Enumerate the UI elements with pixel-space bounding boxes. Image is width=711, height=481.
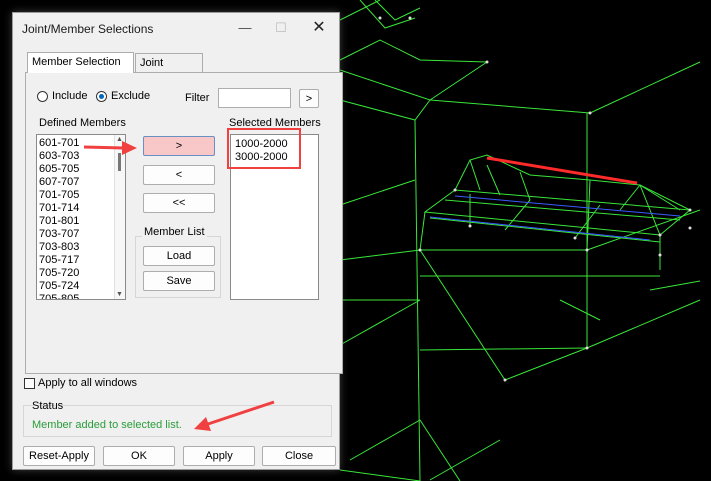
scroll-up-icon[interactable]: ▲ — [116, 136, 123, 143]
highlighted-member — [486, 156, 638, 185]
list-item[interactable]: 603-703 — [39, 150, 125, 163]
reset-apply-button[interactable]: Reset-Apply — [23, 446, 95, 466]
include-label: Include — [52, 90, 88, 102]
minimize-icon[interactable]: — — [235, 19, 255, 37]
add-to-selected-button[interactable]: > — [143, 136, 215, 156]
list-item[interactable]: 701-714 — [39, 202, 125, 215]
close-icon[interactable]: ✕ — [309, 19, 329, 37]
defined-members-list[interactable]: 601-701 603-703 605-705 607-707 701-705 … — [36, 134, 126, 300]
filter-apply-button[interactable]: > — [299, 89, 319, 108]
tab-member-selection[interactable]: Member Selection — [27, 52, 134, 73]
list-item[interactable]: 705-805 — [39, 293, 125, 299]
remove-all-button[interactable]: << — [143, 193, 215, 213]
selected-members-list[interactable]: 1000-2000 3000-2000 — [230, 134, 319, 300]
include-radio[interactable]: Include — [37, 90, 87, 102]
filter-input[interactable] — [218, 88, 291, 108]
list-item[interactable]: 703-803 — [39, 241, 125, 254]
status-label: Status — [32, 400, 64, 412]
list-item[interactable]: 1000-2000 — [235, 138, 318, 151]
list-item[interactable]: 703-707 — [39, 228, 125, 241]
exclude-radio[interactable]: Exclude — [96, 90, 150, 102]
apply-to-all-label: Apply to all windows — [38, 377, 138, 389]
exclude-radio-button[interactable] — [96, 90, 107, 102]
list-item[interactable]: 705-717 — [39, 254, 125, 267]
window-title: Joint/Member Selections — [22, 22, 154, 36]
defined-members-scrollbar[interactable]: ▲ ▼ — [114, 135, 125, 299]
remove-from-selected-button[interactable]: < — [143, 165, 215, 185]
list-item[interactable]: 701-801 — [39, 215, 125, 228]
list-item[interactable]: 3000-2000 — [235, 151, 318, 164]
save-button[interactable]: Save — [143, 271, 215, 291]
maximize-icon: ☐ — [275, 20, 287, 35]
apply-button[interactable]: Apply — [183, 446, 255, 466]
apply-to-all-checkbox[interactable] — [24, 377, 35, 389]
tab-joint-selection[interactable]: Joint Selection — [135, 53, 203, 87]
apply-to-all-windows[interactable]: Apply to all windows — [24, 377, 137, 389]
load-button[interactable]: Load — [143, 246, 215, 266]
defined-members-label: Defined Members — [39, 117, 126, 129]
list-item[interactable]: 701-705 — [39, 189, 125, 202]
include-radio-button[interactable] — [37, 90, 48, 102]
filter-label: Filter — [185, 92, 210, 104]
list-item[interactable]: 705-720 — [39, 267, 125, 280]
list-item[interactable]: 607-707 — [39, 176, 125, 189]
close-button[interactable]: Close — [262, 446, 336, 466]
title-bar[interactable]: Joint/Member Selections — ☐ ✕ — [13, 13, 339, 43]
selected-members-label: Selected Members — [229, 117, 321, 129]
scrollbar-thumb[interactable] — [118, 153, 121, 171]
ok-button[interactable]: OK — [103, 446, 175, 466]
scroll-down-icon[interactable]: ▼ — [116, 291, 123, 298]
member-list-label: Member List — [142, 226, 207, 238]
status-message: Member added to selected list. — [32, 419, 182, 431]
list-item[interactable]: 705-724 — [39, 280, 125, 293]
list-item[interactable]: 601-701 — [39, 137, 125, 150]
list-item[interactable]: 605-705 — [39, 163, 125, 176]
joint-member-selections-dialog: Joint/Member Selections — ☐ ✕ Member Sel… — [12, 12, 343, 470]
exclude-label: Exclude — [111, 90, 151, 102]
